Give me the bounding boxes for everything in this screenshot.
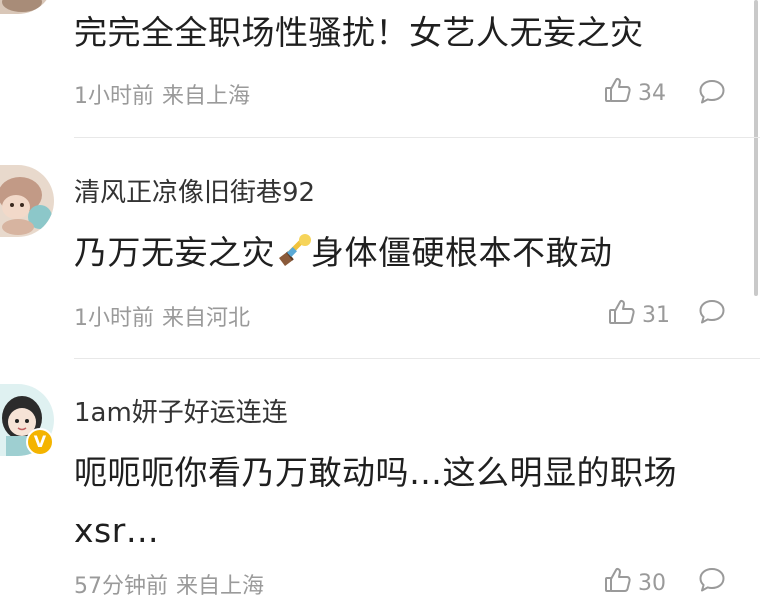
username[interactable]: 清风正凉像旧街巷92: [74, 172, 315, 209]
divider: [74, 358, 760, 359]
like-button[interactable]: 34: [604, 76, 666, 110]
thumbs-up-icon: [608, 298, 636, 332]
comment-bubble-icon[interactable]: [698, 298, 726, 330]
comment-time: 57分钟前: [74, 574, 168, 599]
avatar[interactable]: [0, 165, 54, 237]
like-button[interactable]: 31: [608, 298, 670, 332]
comment-bubble-icon[interactable]: [698, 78, 726, 110]
thumbs-up-icon: [604, 76, 632, 110]
comment-text-part: 乃万无妄之灾: [74, 233, 275, 272]
comment-time: 1小时前: [74, 306, 154, 331]
comment-location: 来自上海: [162, 84, 251, 109]
comment-meta: 1小时前 来自上海: [74, 78, 250, 110]
like-count: 31: [642, 302, 670, 328]
comment-text: 乃万无妄之灾 身体僵硬根本不敢动: [74, 224, 734, 286]
comment-location: 来自上海: [176, 574, 265, 599]
like-button[interactable]: 30: [604, 566, 666, 600]
comment-bubble-icon[interactable]: [698, 566, 726, 598]
comment-text: 完完全全职场性骚扰！女艺人无妄之灾: [74, 13, 644, 52]
like-count: 34: [638, 80, 666, 106]
verified-badge: V: [26, 428, 54, 456]
comment-meta: 1小时前 来自河北: [74, 300, 250, 332]
username[interactable]: 1am妍子好运连连: [74, 392, 288, 429]
avatar[interactable]: [0, 0, 54, 14]
divider: [74, 137, 760, 138]
comment-meta: 57分钟前 来自上海: [74, 568, 264, 600]
thumbs-up-icon: [604, 566, 632, 600]
broom-emoji: [275, 228, 311, 286]
comment-text: 呃呃呃你看乃万敢动吗…这么明显的职场xsr…: [74, 453, 677, 550]
scrollbar[interactable]: [754, 0, 758, 296]
comment-text-part: 身体僵硬根本不敢动: [311, 233, 613, 272]
comment-time: 1小时前: [74, 84, 154, 109]
comment-location: 来自河北: [162, 306, 251, 331]
like-count: 30: [638, 570, 666, 596]
